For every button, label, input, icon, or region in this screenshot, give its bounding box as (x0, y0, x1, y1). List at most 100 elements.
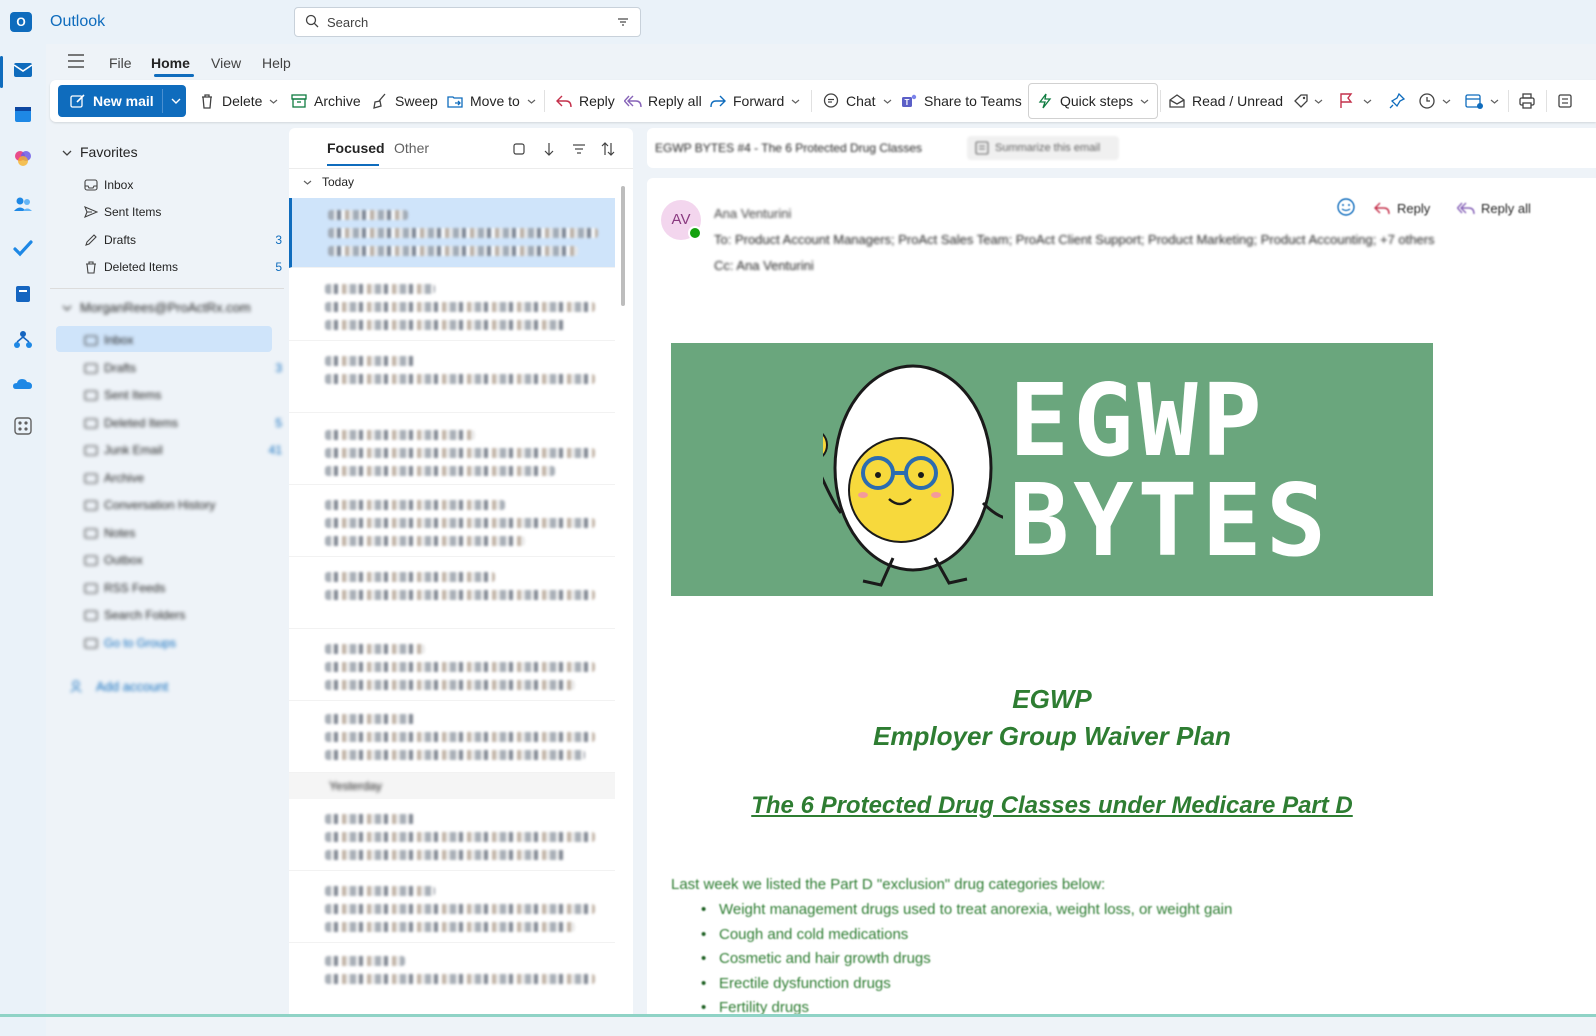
reaction-icon[interactable] (1335, 196, 1357, 218)
print-icon[interactable] (1518, 92, 1536, 110)
chevron-down-icon[interactable] (1363, 98, 1372, 105)
recipients-to[interactable]: To: Product Account Managers; ProAct Sal… (714, 232, 1435, 247)
delete-button[interactable]: Delete (198, 85, 278, 117)
summarize-button[interactable]: Summarize this email (967, 136, 1119, 160)
lightning-icon (1038, 93, 1052, 109)
folder-sent-items[interactable]: Sent Items (84, 200, 274, 224)
mail-icon[interactable] (11, 58, 35, 82)
filter-icon[interactable] (571, 141, 587, 157)
folder-sent-items[interactable]: Sent Items (84, 383, 274, 407)
list-item[interactable] (289, 342, 615, 413)
message-list-scrollbar[interactable] (621, 186, 625, 306)
filter-icon[interactable] (616, 15, 630, 29)
todo-icon[interactable] (11, 236, 35, 260)
list-item[interactable] (289, 800, 615, 871)
list-item[interactable] (289, 702, 615, 773)
sweep-button[interactable]: Sweep (371, 85, 438, 117)
folder-inbox[interactable]: Inbox (84, 173, 274, 197)
chevron-down-icon[interactable] (791, 98, 800, 105)
chevron-down-icon[interactable] (1314, 98, 1323, 105)
folder-outbox[interactable]: Outbox (84, 548, 274, 572)
folder-icon (84, 500, 98, 511)
folder-drafts[interactable]: Drafts 3 (84, 228, 282, 252)
tab-other[interactable]: Other (394, 140, 429, 156)
list-item[interactable] (289, 198, 615, 268)
forward-button[interactable]: Forward (709, 85, 800, 117)
chevron-down-icon[interactable] (527, 98, 536, 105)
folder-rss-feeds[interactable]: RSS Feeds (84, 576, 274, 600)
list-item[interactable] (289, 558, 615, 629)
more-apps-icon[interactable] (11, 414, 35, 438)
chevron-down-icon[interactable] (1442, 98, 1451, 105)
folder-archive[interactable]: Archive (84, 466, 274, 490)
tag-icon[interactable] (1292, 92, 1310, 110)
list-item[interactable] (289, 630, 615, 701)
list-item[interactable] (289, 414, 615, 485)
chevron-down-icon[interactable] (883, 98, 892, 105)
new-mail-button[interactable]: New mail (58, 85, 186, 117)
list-item[interactable] (289, 944, 615, 1015)
copilot-icon[interactable] (11, 146, 35, 170)
sender-name[interactable]: Ana Venturini (714, 206, 791, 221)
group-header-yesterday[interactable]: Yesterday (289, 773, 615, 799)
sort-icon[interactable] (600, 141, 616, 157)
reply-all-button[interactable]: Reply all (624, 85, 702, 117)
pane-divider (50, 288, 284, 289)
reply-icon (1374, 202, 1390, 215)
menu-file[interactable]: File (109, 55, 132, 71)
folder-deleted-items[interactable]: Deleted Items 5 (84, 255, 282, 279)
menu-home[interactable]: Home (151, 55, 190, 71)
chevron-down-icon[interactable] (269, 98, 278, 105)
reply-button[interactable]: Reply (555, 85, 615, 117)
people-icon[interactable] (11, 192, 35, 216)
search-placeholder[interactable]: Search (327, 15, 368, 30)
folder-notes[interactable]: Notes (84, 521, 274, 545)
flag-icon[interactable] (1337, 92, 1355, 110)
reply-action-button[interactable]: Reply (1373, 196, 1430, 220)
clock-icon[interactable] (1418, 92, 1436, 110)
folder-drafts[interactable]: Drafts 3 (84, 356, 282, 380)
chevron-down-icon[interactable] (171, 97, 181, 105)
search-box[interactable]: Search (294, 7, 641, 37)
folder-inbox[interactable]: Inbox (84, 328, 274, 352)
folder-go-to-groups[interactable]: Go to Groups (84, 631, 274, 655)
reply-all-action-button[interactable]: Reply all (1457, 196, 1531, 220)
archive-button[interactable]: Archive (290, 85, 361, 117)
read-unread-button[interactable]: Read / Unread (1168, 85, 1283, 117)
favorites-header[interactable]: Favorites (62, 144, 138, 160)
add-account-link[interactable]: Add account (70, 674, 260, 698)
folder-conversation-history[interactable]: Conversation History (84, 493, 274, 517)
folder-search-folders[interactable]: Search Folders (84, 603, 274, 627)
chat-button[interactable]: Chat (822, 85, 892, 117)
body-heading-drug-classes[interactable]: The 6 Protected Drug Classes under Medic… (647, 792, 1457, 820)
group-header-today[interactable]: Today (303, 175, 354, 189)
more-options-icon[interactable] (1556, 92, 1574, 110)
menu-help[interactable]: Help (262, 55, 291, 71)
select-icon[interactable] (511, 141, 527, 157)
word-icon[interactable] (11, 282, 35, 306)
onedrive-icon[interactable] (11, 372, 35, 396)
hamburger-icon[interactable] (68, 54, 84, 68)
reply-all-label: Reply all (648, 93, 702, 109)
recipients-cc[interactable]: Cc: Ana Venturini (714, 258, 814, 273)
org-explorer-icon[interactable] (11, 328, 35, 352)
menu-view[interactable]: View (211, 55, 241, 71)
jump-to-icon[interactable] (541, 141, 557, 157)
chevron-down-icon[interactable] (1140, 98, 1149, 105)
quick-steps-button[interactable]: Quick steps (1036, 85, 1133, 117)
account-header[interactable]: MorganRees@ProActRx.com (62, 300, 251, 315)
forward-label: Forward (733, 93, 785, 109)
calendar-icon[interactable] (11, 102, 35, 126)
share-to-teams-button[interactable]: T Share to Teams (900, 85, 1022, 117)
folder-icon (84, 335, 98, 346)
list-item[interactable] (289, 270, 615, 341)
list-item[interactable] (289, 486, 615, 557)
tab-focused[interactable]: Focused (327, 140, 385, 156)
chevron-down-icon[interactable] (1490, 98, 1499, 105)
move-to-button[interactable]: Move to (446, 85, 536, 117)
folder-junk-email[interactable]: Junk Email 41 (84, 438, 282, 462)
list-item[interactable] (289, 872, 615, 943)
pin-icon[interactable] (1388, 92, 1406, 110)
rules-icon[interactable] (1464, 92, 1484, 110)
folder-deleted-items[interactable]: Deleted Items 5 (84, 411, 282, 435)
